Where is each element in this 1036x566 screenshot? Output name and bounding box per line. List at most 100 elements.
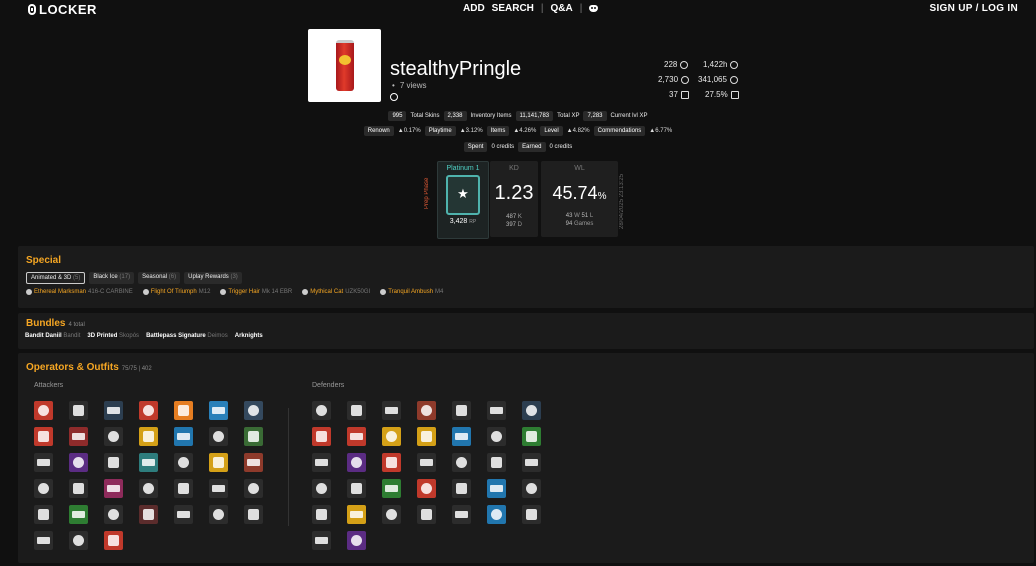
attacker-operator-icon[interactable] [174, 401, 193, 420]
attacker-operator-icon[interactable] [244, 401, 263, 420]
attacker-operator-icon[interactable] [139, 453, 158, 472]
skin-item[interactable]: Trigger Hair Mk 14 EBR [220, 289, 292, 295]
attacker-operator-icon[interactable] [34, 453, 53, 472]
attacker-operator-icon[interactable] [139, 505, 158, 524]
tab-animated-3d[interactable]: Animated & 3D (5) [26, 272, 86, 284]
defender-operator-icon[interactable] [347, 453, 366, 472]
bundle-item[interactable]: Arknights [235, 333, 263, 339]
defender-operator-icon[interactable] [522, 505, 541, 524]
skin-item[interactable]: Mythical Cat UZK50GI [302, 289, 370, 295]
chip-value: ▲3.12% [459, 128, 483, 134]
defender-operator-icon[interactable] [312, 531, 331, 550]
defender-operator-icon[interactable] [347, 401, 366, 420]
nav-add-link[interactable]: ADD [463, 3, 485, 14]
attacker-operator-icon[interactable] [34, 401, 53, 420]
attacker-operator-icon[interactable] [69, 401, 88, 420]
attacker-operator-icon[interactable] [139, 401, 158, 420]
defender-operator-icon[interactable] [347, 427, 366, 446]
skin-name: Trigger Hair [228, 289, 260, 295]
operators-divider [288, 408, 289, 526]
attacker-operator-icon[interactable] [244, 427, 263, 446]
attacker-operator-icon[interactable] [104, 453, 123, 472]
lock-icon [28, 4, 36, 15]
attacker-operator-icon[interactable] [209, 427, 228, 446]
attacker-operator-icon[interactable] [174, 453, 193, 472]
defender-operator-icon[interactable] [417, 427, 436, 446]
defender-operator-icon[interactable] [487, 427, 506, 446]
skin-item[interactable]: Ethereal Marksman 416-C CARBINE [26, 289, 133, 295]
defender-operator-icon[interactable] [487, 505, 506, 524]
defender-operator-icon[interactable] [522, 401, 541, 420]
attacker-operator-icon[interactable] [34, 427, 53, 446]
attacker-operator-icon[interactable] [34, 531, 53, 550]
ubisoft-icon[interactable] [390, 93, 398, 101]
defender-operator-icon[interactable] [487, 479, 506, 498]
defender-operator-icon[interactable] [452, 479, 471, 498]
attacker-operator-icon[interactable] [139, 427, 158, 446]
nav-search-link[interactable]: SEARCH [492, 3, 534, 14]
defender-operator-icon[interactable] [452, 453, 471, 472]
attacker-operator-icon[interactable] [104, 401, 123, 420]
defender-operator-icon[interactable] [382, 427, 401, 446]
chip-value: ▲4.26% [513, 128, 537, 134]
attacker-operator-icon[interactable] [244, 505, 263, 524]
defender-operator-icon[interactable] [417, 453, 436, 472]
attacker-operator-icon[interactable] [174, 479, 193, 498]
defender-operator-icon[interactable] [522, 453, 541, 472]
attacker-operator-icon[interactable] [244, 479, 263, 498]
tab-black-ice[interactable]: Black Ice (17) [89, 272, 135, 284]
defender-operator-icon[interactable] [347, 531, 366, 550]
bundle-item[interactable]: 3D Printed Skopós [87, 333, 139, 339]
defender-operator-icon[interactable] [452, 401, 471, 420]
attacker-operator-icon[interactable] [69, 505, 88, 524]
tab-uplay-rewards[interactable]: Uplay Rewards (3) [184, 272, 242, 284]
defender-operator-icon[interactable] [382, 479, 401, 498]
defender-operator-icon[interactable] [312, 401, 331, 420]
attacker-operator-icon[interactable] [34, 505, 53, 524]
defender-operator-icon[interactable] [312, 453, 331, 472]
attacker-operator-icon[interactable] [69, 427, 88, 446]
signup-login-link[interactable]: SIGN UP / LOG IN [929, 3, 1018, 14]
defender-operator-icon[interactable] [382, 401, 401, 420]
skin-item[interactable]: Tranquil Ambush M4 [380, 289, 443, 295]
bundle-item[interactable]: Bandit Daniil Bandit [25, 333, 80, 339]
defender-operator-icon[interactable] [487, 453, 506, 472]
defender-operator-icon[interactable] [522, 427, 541, 446]
defender-operator-icon[interactable] [417, 401, 436, 420]
attacker-operator-icon[interactable] [209, 453, 228, 472]
attacker-operator-icon[interactable] [104, 479, 123, 498]
attacker-operator-icon[interactable] [69, 531, 88, 550]
defender-operator-icon[interactable] [312, 479, 331, 498]
attacker-operator-icon[interactable] [139, 479, 158, 498]
defender-operator-icon[interactable] [312, 427, 331, 446]
bundle-item[interactable]: Battlepass Signature Deimos [146, 333, 228, 339]
defender-operator-icon[interactable] [347, 479, 366, 498]
defender-operator-icon[interactable] [417, 479, 436, 498]
defender-operator-icon[interactable] [312, 505, 331, 524]
discord-icon[interactable] [589, 5, 599, 12]
tab-seasonal[interactable]: Seasonal (6) [138, 272, 181, 284]
attacker-operator-icon[interactable] [209, 401, 228, 420]
attacker-operator-icon[interactable] [174, 505, 193, 524]
defender-operator-icon[interactable] [522, 479, 541, 498]
attacker-operator-icon[interactable] [69, 479, 88, 498]
attacker-operator-icon[interactable] [104, 505, 123, 524]
nav-qa-link[interactable]: Q&A [551, 3, 573, 14]
defender-operator-icon[interactable] [452, 505, 471, 524]
defender-operator-icon[interactable] [487, 401, 506, 420]
attacker-operator-icon[interactable] [34, 479, 53, 498]
defender-operator-icon[interactable] [382, 505, 401, 524]
attacker-operator-icon[interactable] [244, 453, 263, 472]
attacker-operator-icon[interactable] [69, 453, 88, 472]
attacker-operator-icon[interactable] [104, 531, 123, 550]
attacker-operator-icon[interactable] [104, 427, 123, 446]
attacker-operator-icon[interactable] [174, 427, 193, 446]
defender-operator-icon[interactable] [417, 505, 436, 524]
attacker-operator-icon[interactable] [209, 479, 228, 498]
site-logo[interactable]: LOCKER [28, 2, 97, 17]
defender-operator-icon[interactable] [347, 505, 366, 524]
skin-item[interactable]: Flight Of Triumph M12 [142, 289, 210, 295]
defender-operator-icon[interactable] [452, 427, 471, 446]
attacker-operator-icon[interactable] [209, 505, 228, 524]
defender-operator-icon[interactable] [382, 453, 401, 472]
